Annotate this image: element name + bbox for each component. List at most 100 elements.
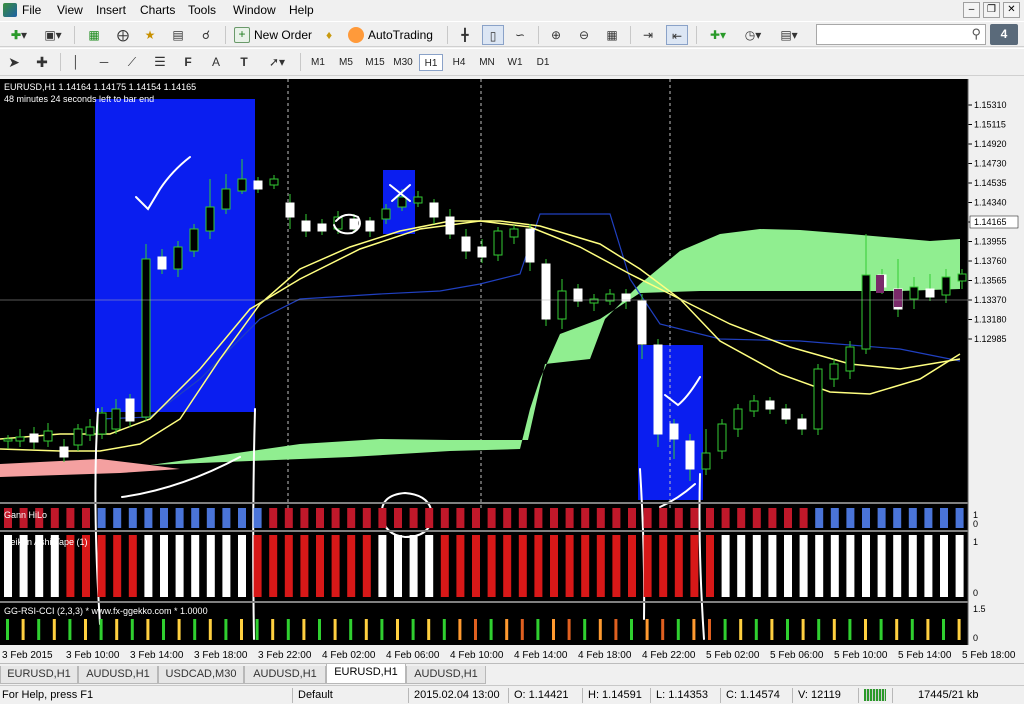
- menu-view[interactable]: View: [57, 3, 83, 17]
- close-icon[interactable]: ✕: [1003, 2, 1020, 18]
- menu-tools[interactable]: Tools: [188, 3, 216, 17]
- candle-body: [59, 446, 69, 458]
- navigator-icon[interactable]: ★: [140, 25, 160, 45]
- time-label: 4 Feb 02:00: [322, 650, 376, 661]
- rsi-cci-bar: [910, 619, 914, 640]
- chart-shift-icon[interactable]: ⇤: [666, 25, 688, 45]
- gann-bar: [846, 508, 855, 528]
- tab-audusd-h1-2[interactable]: AUDUSD,H1: [244, 666, 326, 684]
- heiken-bar: [222, 535, 231, 597]
- timeframe-h1[interactable]: H1: [419, 54, 443, 71]
- market-watch-icon[interactable]: ▦: [84, 25, 104, 45]
- tile-windows-icon[interactable]: ▦: [602, 25, 622, 45]
- timeframe-mn[interactable]: MN: [475, 54, 499, 71]
- heiken-bar: [612, 535, 621, 597]
- text-label-icon[interactable]: A: [206, 52, 226, 72]
- equidistant-channel-icon[interactable]: ☰: [150, 52, 170, 72]
- metaeditor-icon[interactable]: ♦: [320, 25, 338, 45]
- minimize-icon[interactable]: –: [963, 2, 980, 18]
- candle-body: [429, 202, 439, 218]
- candle-body: [205, 206, 215, 232]
- data-window-icon[interactable]: ⨁: [113, 25, 133, 45]
- menu-help[interactable]: Help: [289, 3, 314, 17]
- indicators-icon[interactable]: ✚▾: [703, 25, 733, 45]
- new-chart-icon[interactable]: ✚▾: [4, 25, 34, 45]
- menu-bar: File View Insert Charts Tools Window Hel…: [0, 0, 1024, 21]
- gann-bar: [955, 508, 964, 528]
- time-label: 5 Feb 14:00: [898, 650, 952, 661]
- timeframe-m1[interactable]: M1: [306, 54, 330, 71]
- trendline-icon[interactable]: ⟋: [122, 52, 142, 72]
- tab-eurusd-h1-1[interactable]: EURUSD,H1: [0, 666, 78, 684]
- price-label: 1.14340: [974, 198, 1007, 208]
- strategy-tester-icon[interactable]: ☌: [196, 25, 216, 45]
- crosshair-icon[interactable]: ✚: [32, 52, 52, 72]
- profiles-icon[interactable]: ▣▾: [38, 25, 68, 45]
- rsi-cci-bar: [583, 619, 587, 640]
- candle-body: [525, 228, 535, 263]
- templates-icon[interactable]: ▤▾: [774, 25, 804, 45]
- chart-area[interactable]: 1.15310 1.15115 1.14920 1.14730 1.14535 1.143…: [0, 79, 1024, 663]
- line-chart-icon[interactable]: ∽: [510, 25, 530, 45]
- search-icon[interactable]: ⚲: [971, 26, 981, 42]
- restore-icon[interactable]: ❐: [983, 2, 1000, 18]
- zoom-in-icon[interactable]: ⊕: [546, 25, 566, 45]
- new-order-button[interactable]: + New Order: [232, 25, 324, 45]
- bar-chart-icon[interactable]: ╋: [455, 25, 475, 45]
- menu-window[interactable]: Window: [233, 3, 276, 17]
- horizontal-line-icon[interactable]: ─: [94, 52, 114, 72]
- timeframe-d1[interactable]: D1: [531, 54, 555, 71]
- terminal-icon[interactable]: ▤: [168, 25, 188, 45]
- tab-usdcad-m30[interactable]: USDCAD,M30: [158, 666, 244, 684]
- menu-file[interactable]: File: [22, 3, 41, 17]
- heiken-bar: [846, 535, 855, 597]
- heiken-bar: [534, 535, 543, 597]
- rsi-cci-bar: [286, 619, 290, 640]
- timeframe-h4[interactable]: H4: [447, 54, 471, 71]
- vertical-line-icon[interactable]: │: [67, 52, 85, 72]
- cursor-icon[interactable]: ➤: [4, 52, 24, 72]
- price-label: 1.14730: [974, 159, 1007, 169]
- heiken-bar: [472, 535, 480, 597]
- price-label: 1.13180: [974, 315, 1007, 325]
- autotrading-button[interactable]: AutoTrading: [346, 25, 440, 45]
- periods-icon[interactable]: ◷▾: [738, 25, 768, 45]
- rsi-cci-bar: [68, 619, 72, 640]
- menu-charts[interactable]: Charts: [140, 3, 175, 17]
- timeframe-m5[interactable]: M5: [334, 54, 358, 71]
- chart-canvas[interactable]: 1.15310 1.15115 1.14920 1.14730 1.14535 1.143…: [0, 79, 1024, 663]
- candle-body-purple: [876, 275, 884, 293]
- heiken-bar: [206, 535, 215, 597]
- text-icon[interactable]: T: [234, 52, 254, 72]
- gann-bar: [409, 508, 418, 528]
- search-input[interactable]: ⚲: [816, 24, 986, 45]
- fibonacci-icon[interactable]: F: [178, 52, 198, 72]
- tab-eurusd-h1-active[interactable]: EURUSD,H1: [326, 664, 406, 684]
- price-label: 1.15115: [974, 120, 1006, 130]
- gann-bar: [799, 508, 808, 528]
- heiken-bar: [596, 535, 605, 597]
- auto-scroll-icon[interactable]: ⇥: [638, 25, 658, 45]
- rsi-cci-bar: [162, 619, 165, 640]
- candle-body: [845, 346, 855, 372]
- candlestick-icon[interactable]: ▯: [482, 25, 504, 45]
- tab-audusd-h1-3[interactable]: AUDUSD,H1: [406, 666, 486, 684]
- timeframe-m30[interactable]: M30: [390, 54, 416, 71]
- arrows-icon[interactable]: ➚▾: [262, 52, 292, 72]
- community-icon[interactable]: 4: [990, 24, 1018, 45]
- rsi-cci-bar: [84, 619, 87, 640]
- candle-body: [237, 178, 247, 192]
- candle-body: [589, 298, 599, 304]
- gann-bar: [191, 508, 200, 528]
- time-label: 4 Feb 06:00: [386, 650, 440, 661]
- menu-insert[interactable]: Insert: [96, 3, 126, 17]
- zoom-out-icon[interactable]: ⊖: [574, 25, 594, 45]
- timeframe-w1[interactable]: W1: [503, 54, 527, 71]
- candle-body: [397, 196, 407, 208]
- tab-audusd-h1-1[interactable]: AUDUSD,H1: [78, 666, 158, 684]
- candle-body: [957, 273, 967, 282]
- rsi-cci-bar: [489, 619, 493, 640]
- gann-bar: [908, 508, 917, 528]
- timeframe-m15[interactable]: M15: [362, 54, 388, 71]
- gann-bar: [550, 508, 558, 528]
